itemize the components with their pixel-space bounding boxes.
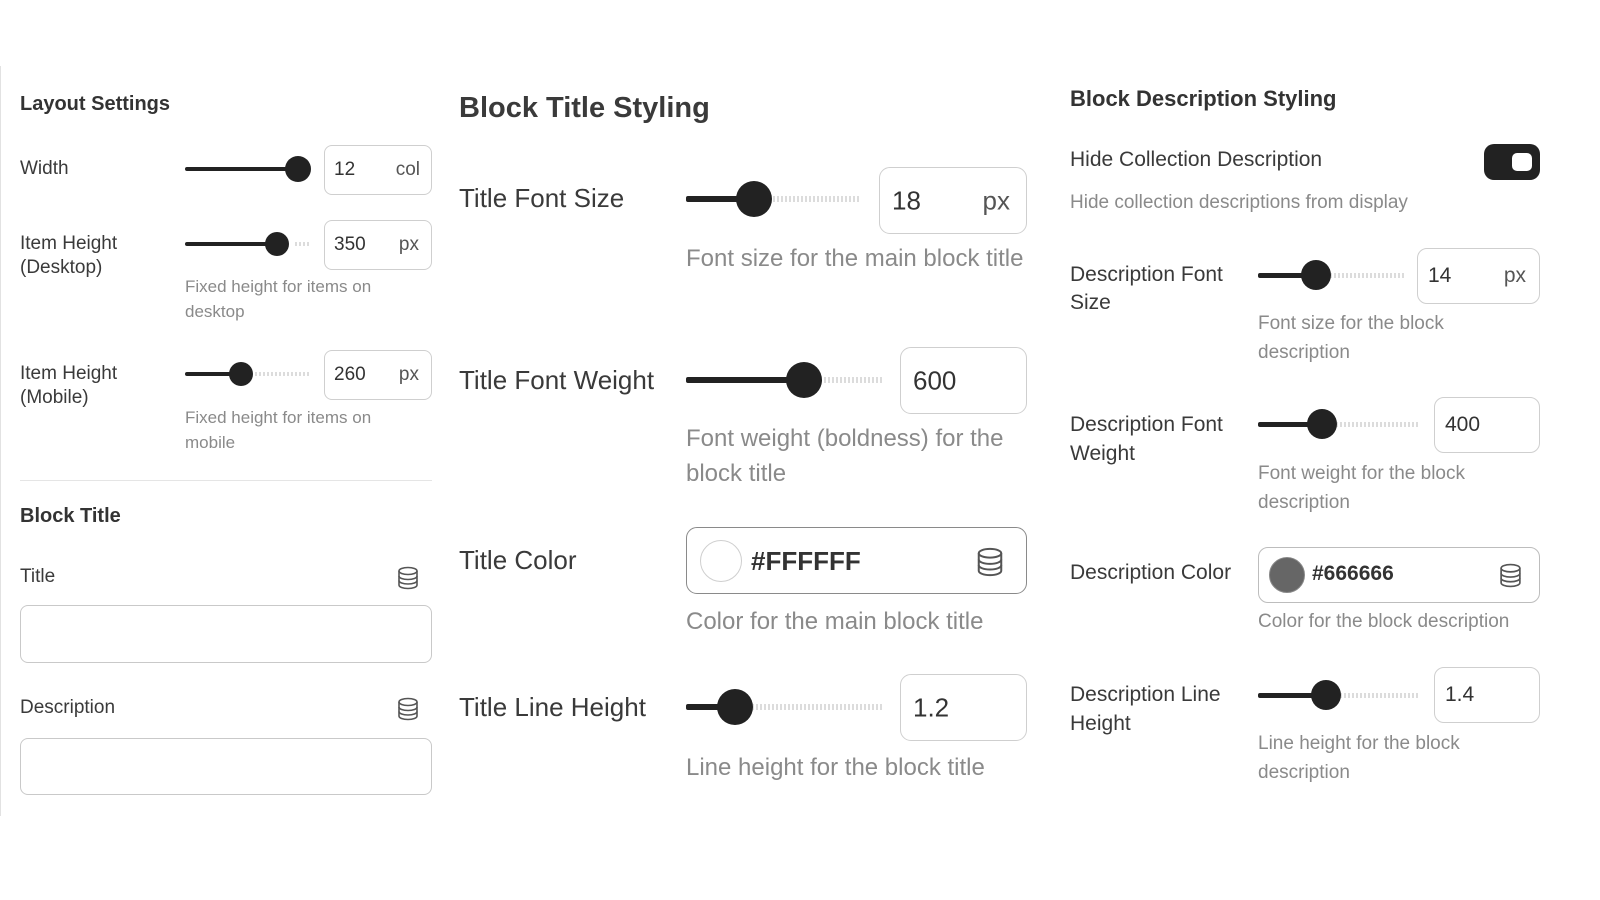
item-height-mobile-label: Item Height (Mobile) bbox=[20, 363, 118, 408]
title-font-size-value: 18 bbox=[892, 185, 921, 215]
title-font-size-input[interactable]: 18 px bbox=[879, 167, 1027, 234]
description-font-size-input[interactable]: 14 px bbox=[1417, 248, 1540, 304]
title-line-height-input[interactable]: 1.2 bbox=[900, 674, 1027, 741]
slider-track bbox=[255, 372, 311, 376]
slider-thumb[interactable] bbox=[786, 362, 822, 398]
slider-track bbox=[1340, 692, 1420, 698]
title-font-size-help: Font size for the main block title bbox=[686, 245, 1024, 272]
item-height-mobile-input[interactable]: 260 px bbox=[324, 350, 432, 400]
title-field-label: Title bbox=[20, 566, 56, 587]
description-input[interactable] bbox=[20, 738, 432, 795]
slider-thumb[interactable] bbox=[736, 181, 772, 217]
slider-track bbox=[752, 704, 882, 710]
hide-description-label: Hide Collection Description bbox=[1070, 148, 1323, 171]
description-line-height-input[interactable]: 1.4 bbox=[1434, 667, 1540, 723]
slider-thumb[interactable] bbox=[717, 689, 753, 725]
section-divider bbox=[20, 480, 432, 481]
database-icon[interactable] bbox=[397, 566, 419, 590]
item-height-desktop-label: Item Height (Desktop) bbox=[20, 233, 118, 278]
database-icon[interactable] bbox=[976, 547, 1004, 577]
item-height-desktop-help: Fixed height for items on desktop bbox=[185, 277, 372, 321]
item-height-mobile-value: 260 bbox=[334, 364, 366, 385]
title-color-input[interactable]: #FFFFFF bbox=[686, 527, 1027, 594]
description-font-weight-input[interactable]: 400 bbox=[1434, 397, 1540, 453]
color-swatch[interactable] bbox=[1269, 557, 1305, 593]
color-swatch[interactable] bbox=[700, 540, 742, 582]
description-field-label: Description bbox=[20, 697, 116, 718]
title-input[interactable] bbox=[20, 605, 432, 663]
item-height-mobile-help: Fixed height for items on mobile bbox=[185, 408, 372, 452]
item-height-mobile-slider[interactable] bbox=[185, 362, 311, 386]
item-height-desktop-slider[interactable] bbox=[185, 232, 311, 256]
description-font-size-value: 14 bbox=[1428, 264, 1452, 287]
hide-description-toggle[interactable] bbox=[1484, 144, 1540, 180]
description-line-height-label: Description Line Height bbox=[1070, 683, 1221, 735]
title-font-size-slider[interactable] bbox=[686, 181, 861, 217]
description-font-size-slider[interactable] bbox=[1258, 260, 1404, 290]
description-color-input[interactable]: #666666 bbox=[1258, 547, 1540, 603]
description-font-size-help: Font size for the block description bbox=[1258, 313, 1444, 363]
description-line-height-help: Line height for the block description bbox=[1258, 733, 1460, 783]
panel-left-border bbox=[0, 66, 1, 816]
title-line-height-help: Line height for the block title bbox=[686, 754, 985, 781]
title-styling-heading: Block Title Styling bbox=[459, 92, 710, 124]
width-value: 12 bbox=[334, 159, 356, 180]
block-title-heading: Block Title bbox=[20, 505, 121, 527]
title-font-weight-help: Font weight (boldness) for the block tit… bbox=[686, 425, 1004, 487]
hide-description-help: Hide collection descriptions from displa… bbox=[1070, 192, 1408, 213]
title-font-size-unit: px bbox=[982, 185, 1010, 215]
width-label: Width bbox=[20, 158, 69, 179]
slider-track bbox=[1336, 421, 1420, 427]
item-height-desktop-unit: px bbox=[398, 234, 419, 255]
title-font-weight-value: 600 bbox=[913, 365, 957, 395]
slider-thumb[interactable] bbox=[229, 362, 253, 386]
item-height-desktop-value: 350 bbox=[334, 234, 366, 255]
slider-fill bbox=[185, 167, 298, 171]
slider-track bbox=[1330, 272, 1404, 278]
slider-thumb[interactable] bbox=[265, 232, 289, 256]
title-line-height-slider[interactable] bbox=[686, 689, 882, 725]
description-color-help: Color for the block description bbox=[1258, 611, 1510, 632]
title-line-height-value: 1.2 bbox=[913, 692, 950, 722]
item-height-mobile-unit: px bbox=[398, 364, 419, 385]
title-color-help: Color for the main block title bbox=[686, 608, 984, 635]
item-height-desktop-input[interactable]: 350 px bbox=[324, 220, 432, 270]
description-font-size-label: Description Font Size bbox=[1070, 263, 1223, 314]
description-color-label: Description Color bbox=[1070, 561, 1232, 584]
slider-thumb[interactable] bbox=[1311, 680, 1341, 710]
description-font-weight-label: Description Font Weight bbox=[1070, 413, 1223, 465]
database-icon[interactable] bbox=[1499, 563, 1522, 588]
description-color-value: #666666 bbox=[1312, 562, 1394, 585]
title-color-value: #FFFFFF bbox=[751, 546, 861, 576]
description-styling-heading: Block Description Styling bbox=[1070, 86, 1337, 111]
layout-settings-heading: Layout Settings bbox=[20, 93, 171, 115]
description-font-weight-value: 400 bbox=[1445, 413, 1481, 436]
slider-thumb[interactable] bbox=[1307, 409, 1337, 439]
description-font-weight-help: Font weight for the block description bbox=[1258, 463, 1465, 513]
slider-track bbox=[820, 377, 882, 383]
slider-thumb[interactable] bbox=[285, 156, 311, 182]
title-font-size-label: Title Font Size bbox=[459, 183, 625, 213]
description-line-height-slider[interactable] bbox=[1258, 680, 1420, 710]
width-input[interactable]: 12 col bbox=[324, 145, 432, 195]
title-line-height-label: Title Line Height bbox=[459, 692, 646, 722]
database-icon[interactable] bbox=[397, 697, 419, 721]
slider-thumb[interactable] bbox=[1301, 260, 1331, 290]
slider-track bbox=[773, 196, 861, 202]
slider-track bbox=[295, 242, 311, 246]
title-font-weight-input[interactable]: 600 bbox=[900, 347, 1027, 414]
description-line-height-value: 1.4 bbox=[1445, 683, 1475, 706]
width-unit: col bbox=[395, 159, 420, 180]
title-font-weight-label: Title Font Weight bbox=[459, 365, 655, 395]
title-font-weight-slider[interactable] bbox=[686, 362, 882, 398]
width-slider[interactable] bbox=[185, 156, 311, 182]
title-color-label: Title Color bbox=[459, 545, 577, 575]
description-font-size-unit: px bbox=[1503, 264, 1526, 287]
toggle-knob bbox=[1512, 153, 1532, 171]
description-font-weight-slider[interactable] bbox=[1258, 409, 1420, 439]
